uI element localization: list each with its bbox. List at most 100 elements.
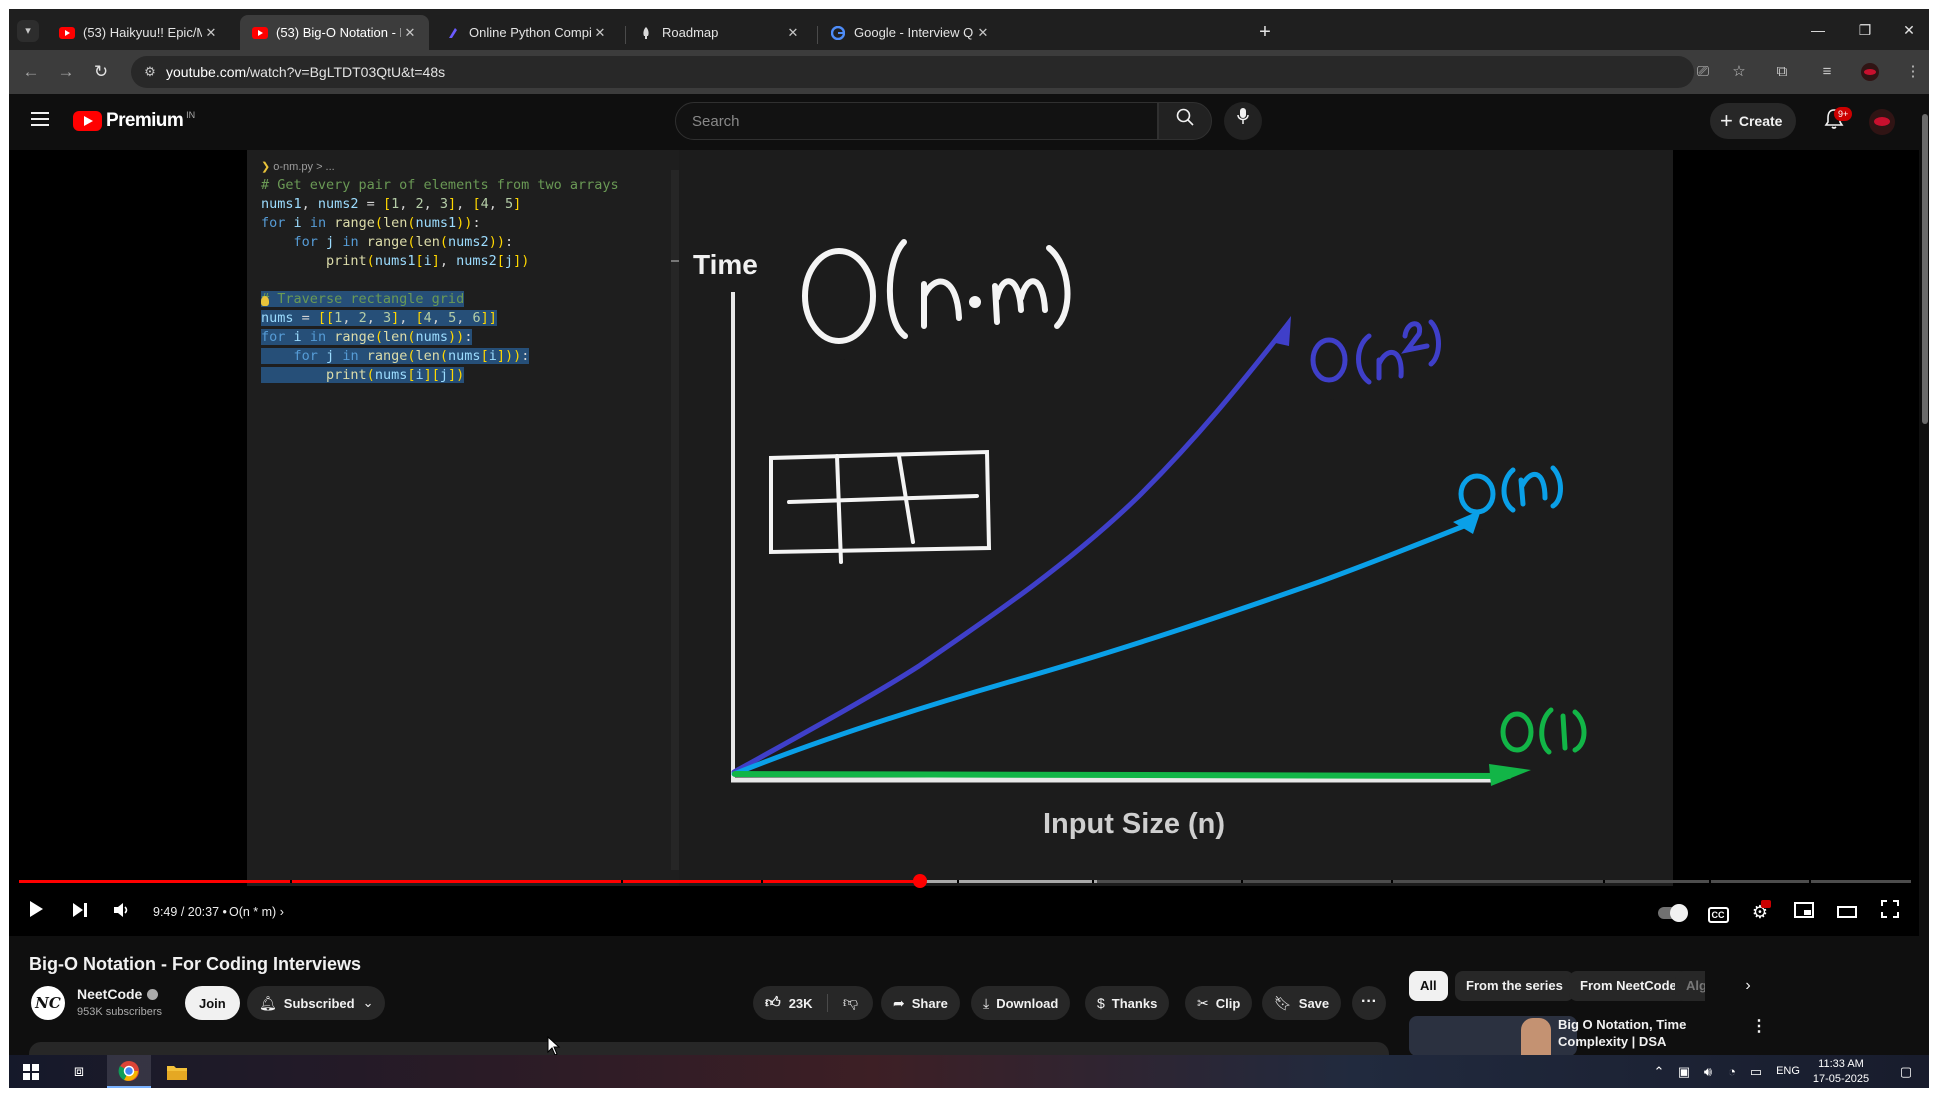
like-button[interactable]: 👍︎ 23K bbox=[753, 986, 827, 1020]
chip-algo[interactable]: Algo bbox=[1675, 971, 1705, 1001]
battery-icon[interactable]: ▭ bbox=[1745, 1055, 1767, 1088]
tab-haikyuu[interactable]: (53) Haikyuu!! Epic/Motivational ✕ bbox=[47, 15, 230, 50]
chip-from-neetcode[interactable]: From NeetCode bbox=[1569, 971, 1688, 1001]
chip-from-the-series[interactable]: From the series bbox=[1455, 971, 1574, 1001]
tab-google-interview[interactable]: Google - Interview Questions | ✕ bbox=[818, 15, 1002, 50]
site-info-icon[interactable]: ⚙ bbox=[142, 64, 158, 80]
subscribed-button[interactable]: 🔔︎ Subscribed ⌄ bbox=[247, 986, 386, 1020]
video-player[interactable]: ❯ o-nm.py > ... # Get every pair of elem… bbox=[9, 150, 1919, 936]
channel-avatar[interactable]: NC bbox=[31, 986, 65, 1020]
download-button[interactable]: ⤓ Download bbox=[971, 986, 1071, 1020]
theater-mode-button[interactable] bbox=[1834, 900, 1860, 924]
code-token: : bbox=[472, 215, 481, 231]
search-button[interactable] bbox=[1158, 102, 1212, 140]
code-token: len bbox=[415, 348, 440, 364]
media-controls-icon[interactable]: ≡ bbox=[1816, 61, 1838, 83]
code-line: for i in range(len(nums1)): bbox=[261, 215, 481, 231]
chip-all[interactable]: All bbox=[1409, 971, 1448, 1001]
save-button[interactable]: 🔖︎ Save bbox=[1262, 986, 1342, 1020]
close-tab-icon[interactable]: ✕ bbox=[974, 25, 992, 41]
extensions-icon[interactable]: ⧉ bbox=[1771, 61, 1793, 83]
close-tab-icon[interactable]: ✕ bbox=[784, 25, 802, 41]
hd-badge bbox=[1761, 900, 1771, 908]
code-token: ( bbox=[439, 348, 449, 364]
play-button[interactable] bbox=[23, 900, 49, 924]
subtitles-button[interactable]: CC bbox=[1705, 900, 1731, 924]
reload-icon[interactable]: ↻ bbox=[88, 59, 114, 85]
chapter-button[interactable]: O(n * m) › bbox=[229, 905, 284, 919]
recommended-more-icon[interactable]: ⋮ bbox=[1751, 1016, 1767, 1036]
search-input[interactable] bbox=[676, 103, 1157, 139]
channel-name[interactable]: NeetCode bbox=[77, 986, 159, 1002]
account-avatar[interactable] bbox=[1869, 109, 1895, 135]
code-token: [ bbox=[472, 196, 481, 212]
more-actions-button[interactable]: ··· bbox=[1352, 986, 1386, 1020]
code-token: len bbox=[383, 215, 408, 231]
display-tray-icon[interactable]: ▣ bbox=[1673, 1055, 1695, 1088]
install-app-icon[interactable]: ⎚ bbox=[1692, 61, 1714, 83]
close-tab-icon[interactable]: ✕ bbox=[591, 25, 609, 41]
back-icon[interactable]: ← bbox=[18, 59, 44, 85]
system-clock[interactable]: 11:33 AM 17-05-2025 bbox=[1809, 1057, 1873, 1087]
description-box[interactable] bbox=[29, 1042, 1389, 1055]
input-language[interactable]: ENG bbox=[1771, 1055, 1805, 1088]
subscriber-count: 953K subscribers bbox=[77, 1006, 162, 1018]
clip-button[interactable]: ✂ Clip bbox=[1185, 986, 1253, 1020]
tab-title: (53) Big-O Notation - For Coding Intervi… bbox=[276, 25, 401, 40]
youtube-logo[interactable]: Premium IN bbox=[73, 110, 195, 132]
start-button[interactable] bbox=[9, 1055, 53, 1088]
code-token: in bbox=[342, 348, 359, 364]
page-scrollbar-thumb[interactable] bbox=[1922, 114, 1928, 424]
recommended-video-title[interactable]: Big O Notation, Time Complexity | DSA bbox=[1558, 1016, 1738, 1050]
forward-icon[interactable]: → bbox=[53, 59, 79, 85]
show-hidden-icons[interactable]: ⌃ bbox=[1649, 1055, 1669, 1088]
tab-roadmap[interactable]: Roadmap ✕ bbox=[626, 15, 812, 50]
minimize-window-icon[interactable]: — bbox=[1795, 15, 1841, 45]
close-window-icon[interactable]: ✕ bbox=[1886, 15, 1932, 45]
speaker-icon[interactable]: 🔊︎ bbox=[1697, 1055, 1719, 1088]
voice-search-button[interactable] bbox=[1224, 102, 1262, 140]
chips-next-icon[interactable]: › bbox=[1733, 971, 1763, 1001]
notifications-center-icon[interactable]: ▢ bbox=[1893, 1055, 1919, 1088]
video-frame[interactable]: ❯ o-nm.py > ... # Get every pair of elem… bbox=[247, 150, 1673, 886]
restore-window-icon[interactable]: ❐ bbox=[1842, 15, 1888, 45]
guide-menu-icon[interactable] bbox=[31, 112, 49, 126]
code-token: [ bbox=[382, 196, 392, 212]
next-video-button[interactable] bbox=[67, 900, 93, 924]
code-token: = bbox=[293, 310, 318, 326]
join-button[interactable]: Join bbox=[185, 986, 240, 1020]
close-tab-icon[interactable]: ✕ bbox=[202, 25, 220, 41]
wifi-icon[interactable]: ◔ bbox=[1721, 1055, 1743, 1088]
code-token: print bbox=[326, 253, 367, 269]
chrome-menu-icon[interactable]: ⋮ bbox=[1902, 61, 1924, 83]
progress-scrubber[interactable] bbox=[912, 874, 927, 888]
thanks-button[interactable]: $ Thanks bbox=[1085, 986, 1170, 1020]
new-tab-button[interactable]: + bbox=[1252, 19, 1278, 45]
fullscreen-button[interactable] bbox=[1877, 900, 1903, 924]
profile-avatar[interactable] bbox=[1859, 61, 1881, 83]
mute-button[interactable] bbox=[109, 900, 135, 924]
miniplayer-button[interactable] bbox=[1791, 900, 1817, 924]
recommended-video-thumbnail[interactable] bbox=[1409, 1016, 1577, 1055]
code-token: , bbox=[456, 310, 473, 326]
create-button[interactable]: + Create bbox=[1710, 103, 1797, 139]
taskbar-chrome[interactable] bbox=[107, 1055, 151, 1088]
code-token: 5 bbox=[448, 310, 457, 326]
tab-search-button[interactable]: ▾ bbox=[17, 20, 39, 42]
autoplay-toggle[interactable] bbox=[1658, 904, 1688, 922]
progress-bar[interactable] bbox=[19, 874, 1911, 888]
share-button[interactable]: ➦ Share bbox=[881, 986, 960, 1020]
dislike-button[interactable]: 👎︎ bbox=[828, 986, 873, 1020]
address-bar[interactable]: ⚙ youtube.com/watch?v=BgLTDT03QtU&t=48s bbox=[131, 56, 1694, 88]
taskbar-file-explorer[interactable] bbox=[155, 1055, 199, 1088]
tab-big-o-notation[interactable]: (53) Big-O Notation - For Coding Intervi… bbox=[240, 15, 429, 50]
task-view-button[interactable]: ⧈ bbox=[57, 1055, 101, 1088]
bookmark-star-icon[interactable]: ☆ bbox=[1728, 61, 1750, 83]
close-tab-icon[interactable]: ✕ bbox=[401, 25, 419, 41]
address-url[interactable]: youtube.com/watch?v=BgLTDT03QtU&t=48s bbox=[166, 64, 445, 80]
clip-label: Clip bbox=[1215, 995, 1241, 1011]
tab-python-compiler[interactable]: Online Python Compiler (Interpreter) ✕ bbox=[433, 15, 619, 50]
